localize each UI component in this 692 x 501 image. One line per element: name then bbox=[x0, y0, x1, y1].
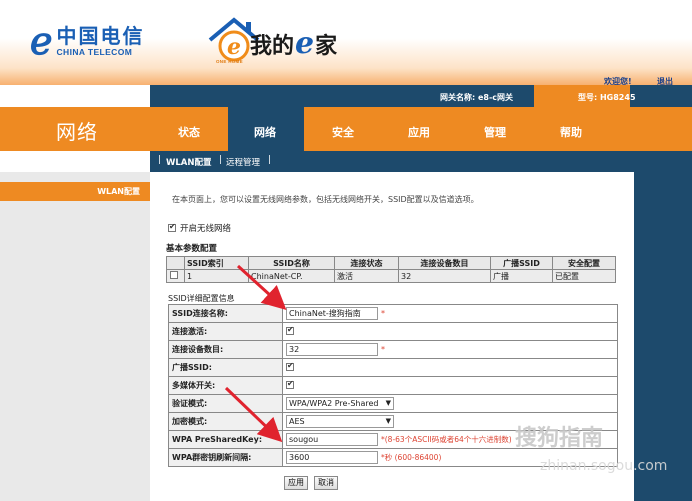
rekey-input[interactable]: 3600 bbox=[286, 451, 378, 464]
row-select-cell[interactable] bbox=[166, 269, 185, 283]
detail-row-multimedia: 多媒体开关: bbox=[168, 376, 618, 395]
psk-label: WPA PreSharedKey: bbox=[168, 430, 283, 449]
page-header: ℯ 中国电信 CHINA TELECOM e ONE HOME 我的 e 家 bbox=[0, 0, 692, 85]
ssid-name-input[interactable]: ChinaNet-搜狗指南 bbox=[286, 307, 378, 320]
col-header-status: 连接状态 bbox=[334, 256, 399, 270]
apply-button[interactable]: 应用 bbox=[284, 476, 308, 490]
subnav-remote[interactable]: 远程管理 bbox=[226, 156, 260, 168]
side-menu bbox=[0, 172, 150, 501]
home-e: e bbox=[295, 26, 315, 61]
col-header-devices: 连接设备数目 bbox=[398, 256, 491, 270]
psk-input[interactable]: sougou bbox=[286, 433, 378, 446]
encrypt-label: 加密模式: bbox=[168, 412, 283, 431]
multimedia-label: 多媒体开关: bbox=[168, 376, 283, 395]
broadcast-checkbox[interactable] bbox=[286, 361, 294, 371]
cell-devices: 32 bbox=[398, 269, 491, 283]
col-header-name: SSID名称 bbox=[248, 256, 335, 270]
multimedia-checkbox[interactable] bbox=[286, 379, 294, 389]
row-checkbox[interactable] bbox=[169, 271, 178, 279]
page-description: 在本页面上，您可以设置无线网络参数，包括无线网络开关，SSID配置以及信道选项。 bbox=[172, 195, 479, 204]
detail-row-active: 连接激活: bbox=[168, 322, 618, 341]
cell-status: 激活 bbox=[334, 269, 399, 283]
detail-row-broadcast: 广播SSID: bbox=[168, 358, 618, 377]
subnav-wlan[interactable]: WLAN配置 bbox=[166, 156, 211, 168]
rekey-label: WPA群密钥刷新间隔: bbox=[168, 448, 283, 467]
sub-separator: | bbox=[158, 155, 162, 165]
dropdown-arrow-icon: ▼ bbox=[385, 399, 391, 407]
home-prefix: 我的 bbox=[250, 34, 295, 59]
model-label: 型号: HG8245 bbox=[578, 93, 636, 102]
detail-config-title: SSID详细配置信息 bbox=[168, 294, 235, 303]
enable-wifi-label: 开启无线网络 bbox=[180, 224, 232, 234]
tab-application[interactable]: 应用 bbox=[408, 124, 430, 140]
side-menu-item-wlan[interactable]: WLAN配置 bbox=[0, 182, 150, 201]
devices-input[interactable]: 32 bbox=[286, 343, 378, 356]
auth-mode-value: WPA/WPA2 Pre-Shared bbox=[289, 399, 379, 408]
sub-separator: | bbox=[268, 155, 272, 165]
tab-security[interactable]: 安全 bbox=[332, 124, 354, 140]
dropdown-arrow-icon: ▼ bbox=[385, 417, 391, 425]
my-ehome-logo: e ONE HOME 我的 e 家 bbox=[206, 14, 381, 74]
table-row[interactable]: 1 ChinaNet-CP. 激活 32 广播 已配置 bbox=[166, 269, 616, 283]
table-header-row: SSID索引 SSID名称 连接状态 连接设备数目 广播SSID 安全配置 bbox=[166, 256, 616, 270]
svg-text:e: e bbox=[227, 34, 241, 60]
home-title: 我的 e 家 bbox=[250, 28, 337, 60]
active-checkbox[interactable] bbox=[286, 325, 294, 335]
devices-label: 连接设备数目: bbox=[168, 340, 283, 359]
brand-cn: 中国电信 bbox=[56, 24, 145, 48]
tab-help[interactable]: 帮助 bbox=[560, 124, 582, 140]
cell-broadcast: 广播 bbox=[490, 269, 553, 283]
enable-wifi-row: 开启无线网络 bbox=[168, 222, 231, 234]
col-header-broadcast: 广播SSID bbox=[490, 256, 553, 270]
basic-config-title: 基本参数配置 bbox=[166, 244, 218, 254]
section-title: 网络 bbox=[56, 120, 98, 144]
rekey-hint: *秒 (600-86400) bbox=[381, 453, 442, 462]
home-caption: ONE HOME bbox=[216, 59, 243, 64]
auth-label: 验证模式: bbox=[168, 394, 283, 413]
ssid-table: SSID索引 SSID名称 连接状态 连接设备数目 广播SSID 安全配置 1 … bbox=[166, 256, 616, 283]
col-header-security: 安全配置 bbox=[552, 256, 616, 270]
cell-name: ChinaNet-CP. bbox=[248, 269, 335, 283]
tab-management[interactable]: 管理 bbox=[484, 124, 506, 140]
cancel-button[interactable]: 取消 bbox=[314, 476, 338, 490]
watermark-text: 搜狗指南 bbox=[515, 426, 604, 451]
col-header-index: SSID索引 bbox=[184, 256, 249, 270]
detail-row-devices: 连接设备数目: 32 * bbox=[168, 340, 618, 359]
active-label: 连接激活: bbox=[168, 322, 283, 341]
ssid-name-label: SSID连接名称: bbox=[168, 304, 283, 323]
watermark-url: zhinan.sogou.com bbox=[540, 458, 668, 474]
china-telecom-logo: ℯ 中国电信 CHINA TELECOM bbox=[30, 22, 145, 60]
enable-wifi-checkbox[interactable] bbox=[168, 222, 176, 232]
broadcast-label: 广播SSID: bbox=[168, 358, 283, 377]
telecom-mark-icon: ℯ bbox=[30, 18, 53, 63]
tab-status[interactable]: 状态 bbox=[178, 124, 200, 140]
psk-hint: *(8-63个ASCII码或者64个十六进制数) bbox=[381, 435, 512, 444]
encrypt-mode-select[interactable]: AES ▼ bbox=[286, 415, 394, 428]
tab-network[interactable]: 网络 bbox=[254, 124, 276, 140]
encrypt-mode-value: AES bbox=[289, 417, 305, 426]
required-mark: * bbox=[381, 309, 385, 318]
cell-security: 已配置 bbox=[552, 269, 616, 283]
right-strip bbox=[634, 172, 692, 501]
required-mark: * bbox=[381, 345, 385, 354]
brand-en: CHINA TELECOM bbox=[56, 47, 133, 57]
home-suffix: 家 bbox=[315, 34, 338, 59]
detail-row-ssid-name: SSID连接名称: ChinaNet-搜狗指南 * bbox=[168, 304, 618, 323]
gateway-name: 网关名称: e8-c网关 bbox=[440, 93, 514, 102]
side-menu-item-label: WLAN配置 bbox=[97, 187, 140, 196]
detail-row-auth: 验证模式: WPA/WPA2 Pre-Shared ▼ bbox=[168, 394, 618, 413]
cell-index: 1 bbox=[184, 269, 249, 283]
col-header-select bbox=[166, 256, 185, 270]
sub-separator: | bbox=[219, 155, 223, 165]
auth-mode-select[interactable]: WPA/WPA2 Pre-Shared ▼ bbox=[286, 397, 394, 410]
